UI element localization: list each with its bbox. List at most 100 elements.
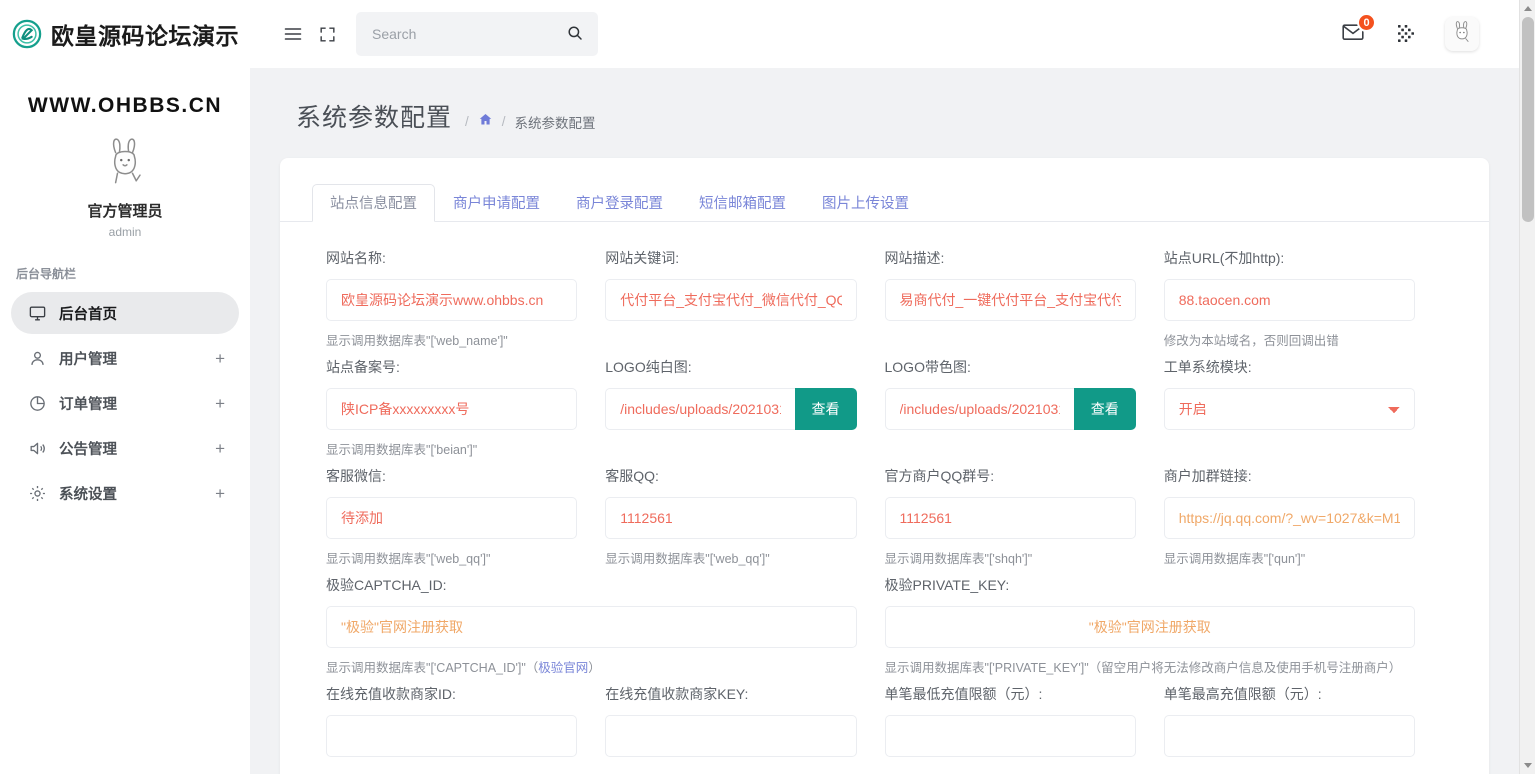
user-icon [27,348,47,368]
app-root: 欧皇源码论坛演示 WWW.OHBBS.CN [0,0,1535,774]
field-help: 显示调用数据库表"['CAPTCHA_ID']"（极验官网） [326,657,857,676]
field-label: 网站关键词: [605,248,856,268]
fullscreen-icon[interactable] [310,17,344,51]
tab-bar: 站点信息配置 商户申请配置 商户登录配置 短信邮箱配置 图片上传设置 [280,184,1489,222]
site-url-text: WWW.OHBBS.CN [0,94,250,118]
scroll-up-arrow[interactable] [1520,0,1535,17]
sidebar: 欧皇源码论坛演示 WWW.OHBBS.CN [0,0,250,774]
sidebar-item-announcement-management[interactable]: 公告管理 + [11,427,239,469]
field-label: 工单系统模块: [1164,357,1415,377]
scroll-down-arrow[interactable] [1520,757,1535,774]
field-group-join-link: 商户加群链接: 显示调用数据库表"['qun']" [1164,466,1443,567]
web-description-input[interactable] [885,279,1136,321]
sidebar-expand-icon[interactable]: + [215,395,225,412]
vertical-scrollbar[interactable] [1519,0,1535,774]
sidebar-expand-icon[interactable]: + [215,485,225,502]
page-header: 系统参数配置 / / 系统参数配置 [250,68,1535,134]
apps-grid-icon[interactable] [1389,17,1423,51]
sidebar-avatar [0,132,250,192]
form-row: 在线充值收款商家ID: 在线充值收款商家KEY: 单笔最低充值限额（元）: 单笔… [326,684,1443,757]
max-recharge-input[interactable] [1164,715,1415,757]
field-web-keywords: 网站关键词: [605,248,884,349]
search-input[interactable] [372,26,566,42]
sidebar-nav: 后台首页 用户管理 + 订单管理 + [0,292,250,517]
merchant-qq-group-input[interactable] [885,497,1136,539]
service-wechat-input[interactable] [326,497,577,539]
ticket-module-select[interactable]: 开启 关闭 [1164,388,1415,430]
field-label: 官方商户QQ群号: [885,466,1136,486]
sidebar-user-name: 官方管理员 [0,200,250,221]
logo-white-input[interactable] [605,388,794,430]
field-label: LOGO带色图: [885,357,1136,377]
field-label: 极验CAPTCHA_ID: [326,575,857,595]
home-icon[interactable] [478,112,493,131]
web-name-input[interactable] [326,279,577,321]
geetest-official-link[interactable]: 极验官网 [538,661,588,675]
field-label: 网站描述: [885,248,1136,268]
private-key-input[interactable] [885,606,1416,648]
field-ticket-module: 工单系统模块: 开启 关闭 [1164,357,1443,458]
field-max-recharge: 单笔最高充值限额（元）: [1164,684,1443,757]
oh-logo-icon [12,19,42,49]
sidebar-user-role: admin [0,225,250,239]
sidebar-item-user-management[interactable]: 用户管理 + [11,337,239,379]
sidebar-item-label: 系统设置 [59,483,215,504]
sidebar-item-order-management[interactable]: 订单管理 + [11,382,239,424]
field-label: 客服QQ: [605,466,856,486]
tab-image-upload[interactable]: 图片上传设置 [804,184,927,222]
help-prefix: 显示调用数据库表"['PRIVATE_KEY']"（留空用户将无法修改商户信息及… [885,661,1402,675]
form-row: 网站名称: 显示调用数据库表"['web_name']" 网站关键词: 网站描述… [326,248,1443,349]
speaker-icon [27,438,47,458]
site-url-input[interactable] [1164,279,1415,321]
field-private-key: 极验PRIVATE_KEY: 显示调用数据库表"['PRIVATE_KEY']"… [885,575,1444,676]
settings-form: 网站名称: 显示调用数据库表"['web_name']" 网站关键词: 网站描述… [280,222,1489,757]
field-label: 站点备案号: [326,357,577,377]
field-label: 单笔最低充值限额（元）: [885,684,1136,704]
brand-name: 欧皇源码论坛演示 [51,17,239,51]
search-box[interactable] [356,12,598,56]
field-label: 站点URL(不加http): [1164,248,1415,268]
breadcrumb-separator: / [502,114,506,129]
rabbit-avatar-icon [95,132,155,192]
field-recharge-merchant-key: 在线充值收款商家KEY: [605,684,884,757]
field-help: 显示调用数据库表"['qun']" [1164,548,1415,567]
field-web-description: 网站描述: [885,248,1164,349]
breadcrumb-current: 系统参数配置 [515,112,596,132]
logo-white-view-button[interactable]: 查看 [795,388,857,430]
sidebar-item-dashboard[interactable]: 后台首页 [11,292,239,334]
page-title: 系统参数配置 [296,98,452,134]
field-help: 显示调用数据库表"['PRIVATE_KEY']"（留空用户将无法修改商户信息及… [885,657,1416,676]
brand-header[interactable]: 欧皇源码论坛演示 [0,0,250,68]
sidebar-item-system-settings[interactable]: 系统设置 + [11,472,239,514]
sidebar-item-label: 用户管理 [59,348,215,369]
service-qq-input[interactable] [605,497,856,539]
tab-merchant-apply[interactable]: 商户申请配置 [435,184,558,222]
main-area: 0 [250,0,1535,774]
tab-sms-email[interactable]: 短信邮箱配置 [681,184,804,222]
search-icon[interactable] [566,24,584,45]
user-avatar-button[interactable] [1445,17,1479,51]
field-min-recharge: 单笔最低充值限额（元）: [885,684,1164,757]
form-row: 极验CAPTCHA_ID: 显示调用数据库表"['CAPTCHA_ID']"（极… [326,575,1443,676]
field-service-wechat: 客服微信: 显示调用数据库表"['web_qq']" [326,466,605,567]
web-keywords-input[interactable] [605,279,856,321]
logo-color-input[interactable] [885,388,1074,430]
sidebar-expand-icon[interactable]: + [215,350,225,367]
recharge-merchant-id-input[interactable] [326,715,577,757]
scrollbar-thumb[interactable] [1522,17,1534,222]
tab-merchant-login[interactable]: 商户登录配置 [558,184,681,222]
tab-site-info[interactable]: 站点信息配置 [312,184,435,222]
monitor-icon [27,303,47,323]
hamburger-menu-icon[interactable] [276,17,310,51]
beian-input[interactable] [326,388,577,430]
field-label: 在线充值收款商家KEY: [605,684,856,704]
logo-color-view-button[interactable]: 查看 [1074,388,1136,430]
min-recharge-input[interactable] [885,715,1136,757]
mail-button[interactable]: 0 [1339,20,1367,48]
recharge-merchant-key-input[interactable] [605,715,856,757]
breadcrumb: / / 系统参数配置 [465,112,596,132]
sidebar-expand-icon[interactable]: + [215,440,225,457]
captcha-id-input[interactable] [326,606,857,648]
field-site-url: 站点URL(不加http): 修改为本站域名，否则回调出错 [1164,248,1443,349]
group-join-link-input[interactable] [1164,497,1415,539]
